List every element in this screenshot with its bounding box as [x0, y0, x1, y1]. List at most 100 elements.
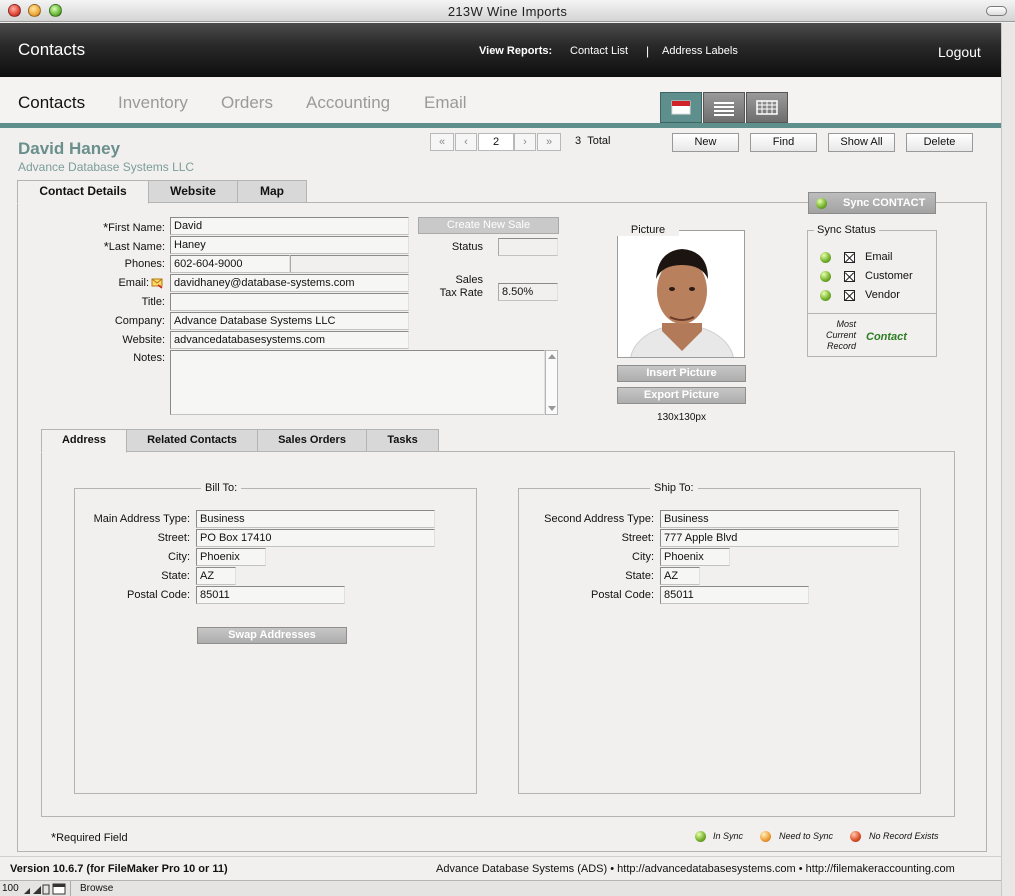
- new-record-button[interactable]: New: [672, 133, 739, 152]
- list-view-button[interactable]: [703, 92, 745, 123]
- most-current-label-line: Record: [826, 341, 856, 351]
- last-record-button[interactable]: »: [537, 133, 561, 151]
- customer-sync-checkbox[interactable]: [844, 271, 855, 282]
- app-window: 213W Wine Imports Contacts View Reports:…: [0, 0, 1015, 896]
- insert-picture-button[interactable]: Insert Picture: [617, 365, 746, 382]
- next-record-button[interactable]: ›: [514, 133, 536, 151]
- swap-addresses-button[interactable]: Swap Addresses: [197, 627, 347, 644]
- footer-bar: Version 10.6.7 (for FileMaker Pro 10 or …: [0, 856, 1001, 880]
- view-switcher: [660, 92, 788, 124]
- first-name-field[interactable]: David: [170, 217, 409, 235]
- window-side-bar: [1001, 23, 1015, 896]
- vendor-sync-checkbox[interactable]: [844, 290, 855, 301]
- tab-address[interactable]: Address: [41, 429, 127, 453]
- mode-indicator[interactable]: Browse: [80, 883, 113, 894]
- scroll-up-icon[interactable]: [548, 354, 556, 359]
- need-to-sync-label: Need to Sync: [779, 831, 834, 841]
- sync-contact-button[interactable]: Sync CONTACT: [808, 192, 936, 214]
- website-field[interactable]: advancedatabasesystems.com: [170, 331, 409, 349]
- customer-sync-label: Customer: [865, 270, 913, 282]
- bill-type-label: Main Address Type:: [93, 513, 190, 525]
- ship-city-field[interactable]: Phoenix: [660, 548, 730, 566]
- vendor-sync-light-icon: [820, 290, 831, 301]
- ship-type-field[interactable]: Business: [660, 510, 899, 528]
- nav-tab-inventory[interactable]: Inventory: [118, 93, 188, 113]
- logout-button[interactable]: Logout: [938, 44, 981, 60]
- required-mark: *: [103, 220, 109, 235]
- first-record-button[interactable]: «: [430, 133, 454, 151]
- email-label: Email:: [118, 277, 149, 289]
- view-reports-label: View Reports:: [479, 45, 553, 57]
- phones-label: Phones:: [124, 258, 165, 270]
- tab-sales-orders[interactable]: Sales Orders: [257, 429, 367, 452]
- record-name: David Haney: [18, 139, 121, 158]
- nav-tab-orders[interactable]: Orders: [221, 93, 273, 113]
- ship-postal-label: Postal Code:: [591, 589, 654, 601]
- customer-sync-light-icon: [820, 271, 831, 282]
- send-email-icon[interactable]: [151, 277, 164, 289]
- company-field[interactable]: Advance Database Systems LLC: [170, 312, 409, 330]
- bill-city-field[interactable]: Phoenix: [196, 548, 266, 566]
- bill-state-field[interactable]: AZ: [196, 567, 236, 585]
- last-name-label-text: Last Name:: [108, 241, 165, 253]
- toolbar-toggle-button[interactable]: [986, 6, 1007, 16]
- form-view-icon: [671, 100, 691, 115]
- ship-street-field[interactable]: 777 Apple Blvd: [660, 529, 899, 547]
- notes-scrollbar[interactable]: [545, 350, 558, 415]
- most-current-label: Most Current Record: [810, 319, 856, 352]
- last-name-field[interactable]: Haney: [170, 236, 409, 254]
- tax-rate-field[interactable]: 8.50%: [498, 283, 558, 301]
- ship-type-label: Second Address Type:: [544, 513, 654, 525]
- ship-state-label: State:: [625, 570, 654, 582]
- form-view-button[interactable]: [660, 92, 702, 123]
- nav-tab-email[interactable]: Email: [424, 93, 467, 113]
- find-button[interactable]: Find: [750, 133, 817, 152]
- credits-text: Advance Database Systems (ADS) • http://…: [436, 863, 955, 875]
- bill-type-field[interactable]: Business: [196, 510, 435, 528]
- record-number-field[interactable]: 2: [478, 133, 514, 151]
- accent-divider: [0, 123, 1001, 128]
- zoom-level[interactable]: 100: [2, 883, 19, 894]
- title-label: Title:: [141, 296, 165, 308]
- contact-photo[interactable]: [617, 230, 745, 402]
- tab-contact-details[interactable]: Contact Details: [17, 180, 149, 204]
- phone2-field[interactable]: [290, 255, 409, 273]
- ship-street-label: Street:: [621, 532, 654, 544]
- layout-mode-icon[interactable]: [52, 883, 66, 895]
- table-view-button[interactable]: [746, 92, 788, 123]
- delete-button[interactable]: Delete: [906, 133, 973, 152]
- tab-related-contacts[interactable]: Related Contacts: [126, 429, 258, 452]
- last-name-label: *Last Name:: [60, 238, 165, 254]
- in-sync-label: In Sync: [713, 831, 744, 841]
- scroll-down-icon[interactable]: [548, 406, 556, 411]
- first-name-label-text: First Name:: [108, 222, 165, 234]
- nav-tab-accounting[interactable]: Accounting: [306, 93, 390, 113]
- bill-state-label: State:: [161, 570, 190, 582]
- bill-street-field[interactable]: PO Box 17410: [196, 529, 435, 547]
- status-field[interactable]: [498, 238, 558, 256]
- ship-state-field[interactable]: AZ: [660, 567, 700, 585]
- prev-record-button[interactable]: ‹: [455, 133, 477, 151]
- phone1-field[interactable]: 602-604-9000: [170, 255, 290, 273]
- title-field[interactable]: [170, 293, 409, 311]
- sync-contact-label: Sync CONTACT: [843, 197, 926, 209]
- ship-postal-field[interactable]: 85011: [660, 586, 809, 604]
- website-label: Website:: [122, 334, 165, 346]
- export-picture-button[interactable]: Export Picture: [617, 387, 746, 404]
- zoom-controls-icon[interactable]: [22, 884, 50, 895]
- notes-field[interactable]: [170, 350, 545, 415]
- create-new-sale-button[interactable]: Create New Sale: [418, 217, 559, 234]
- tab-map[interactable]: Map: [237, 180, 307, 203]
- email-field[interactable]: davidhaney@database-systems.com: [170, 274, 409, 292]
- nav-tab-contacts[interactable]: Contacts: [18, 93, 85, 113]
- app-header: Contacts View Reports: Contact List | Ad…: [0, 23, 1001, 77]
- tab-tasks[interactable]: Tasks: [366, 429, 439, 452]
- bill-postal-field[interactable]: 85011: [196, 586, 345, 604]
- contact-list-link[interactable]: Contact List: [570, 45, 628, 57]
- show-all-button[interactable]: Show All: [828, 133, 895, 152]
- email-sync-checkbox[interactable]: [844, 252, 855, 263]
- no-record-exists-label: No Record Exists: [869, 831, 939, 841]
- total-count: 3 Total: [575, 135, 611, 147]
- address-labels-link[interactable]: Address Labels: [662, 45, 738, 57]
- tab-website[interactable]: Website: [148, 180, 238, 203]
